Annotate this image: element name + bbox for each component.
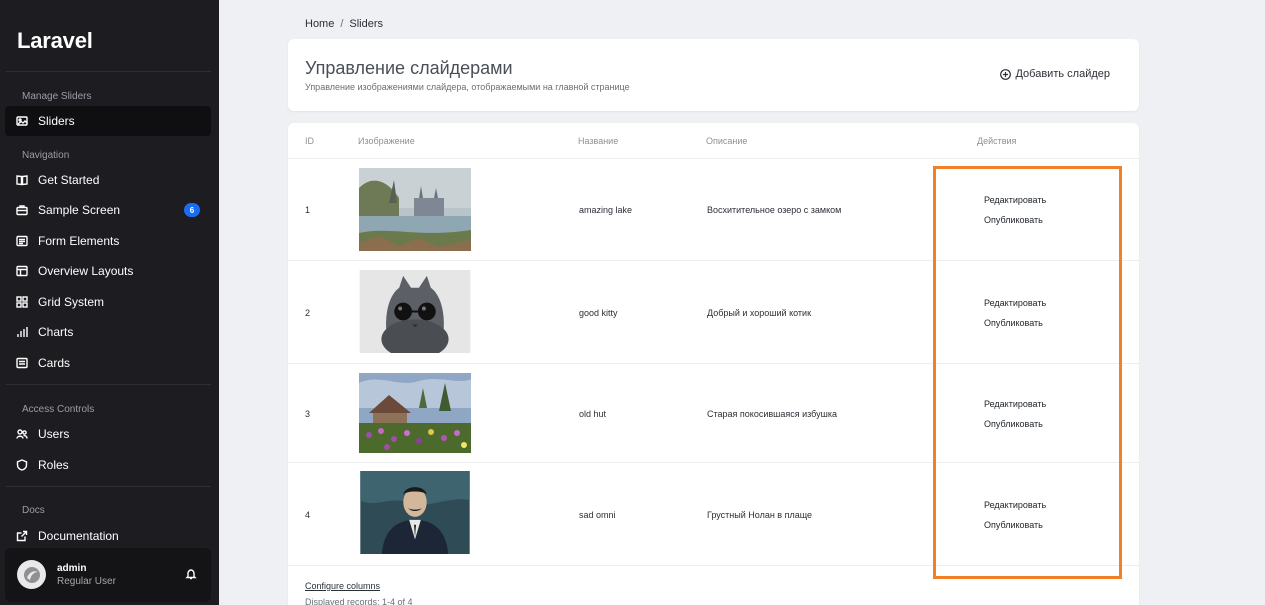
section-label-docs: Docs	[22, 505, 45, 516]
sidebar-divider	[6, 384, 211, 385]
sidebar-item-overview-layouts[interactable]: Overview Layouts	[5, 256, 211, 286]
briefcase-icon	[16, 204, 28, 216]
painting-hut-flowers-icon	[359, 373, 471, 453]
sidebar-item-label: Sliders	[38, 114, 75, 128]
users-icon	[16, 428, 28, 440]
brand-logo[interactable]: Laravel	[17, 28, 93, 54]
cell-description: Старая покосившаяся избушка	[707, 409, 837, 419]
column-header-image[interactable]: Изображение	[358, 136, 415, 146]
cell-name: good kitty	[579, 308, 618, 318]
column-header-actions: Действия	[977, 136, 1017, 146]
section-label-navigation: Navigation	[22, 150, 70, 161]
sidebar-item-cards[interactable]: Cards	[5, 348, 211, 378]
user-profile-card[interactable]: admin Regular User	[5, 548, 211, 602]
column-header-name[interactable]: Название	[578, 136, 618, 146]
column-header-id[interactable]: ID	[305, 136, 314, 146]
breadcrumb: Home / Sliders	[305, 18, 383, 30]
breadcrumb-current: Sliders	[349, 18, 384, 30]
sidebar-item-label: Sample Screen	[38, 203, 121, 217]
image-icon	[16, 115, 28, 127]
external-link-icon	[16, 530, 28, 542]
form-icon	[16, 235, 28, 247]
cell-id: 3	[305, 409, 311, 419]
sidebar-item-grid-system[interactable]: Grid System	[5, 287, 211, 317]
card-icon	[16, 357, 28, 369]
actions-highlight-frame	[933, 166, 1122, 579]
column-header-description[interactable]: Описание	[706, 136, 747, 146]
sidebar-item-label: Documentation	[38, 529, 119, 543]
cell-id: 2	[305, 308, 311, 318]
cartoon-man-in-coat-icon	[360, 471, 470, 554]
sidebar-divider	[6, 486, 211, 487]
slider-thumbnail[interactable]	[359, 471, 471, 556]
book-icon	[16, 174, 28, 186]
displayed-records: Displayed records: 1-4 of 4	[305, 597, 413, 605]
sidebar-item-users[interactable]: Users	[5, 419, 211, 449]
sidebar-item-label: Get Started	[38, 173, 100, 187]
grid-icon	[16, 296, 28, 308]
bar-chart-icon	[16, 326, 28, 338]
plus-circle-icon	[1000, 68, 1012, 80]
cat-with-sunglasses-icon	[359, 270, 471, 353]
slider-thumbnail[interactable]	[359, 372, 471, 453]
slider-thumbnail[interactable]	[359, 270, 471, 354]
page-header-card: Управление слайдерами Управление изображ…	[288, 39, 1139, 111]
shield-icon	[16, 459, 28, 471]
painting-lake-castle-icon	[359, 168, 471, 251]
cell-description: Добрый и хороший котик	[707, 308, 812, 318]
user-name: admin	[57, 563, 87, 574]
sidebar: Laravel Manage Sliders Sliders Navigatio…	[0, 0, 219, 605]
sidebar-item-label: Grid System	[38, 295, 105, 309]
sidebar-item-documentation[interactable]: Documentation	[5, 521, 211, 551]
breadcrumb-home[interactable]: Home	[305, 18, 334, 30]
cell-name: sad omni	[579, 510, 616, 520]
sidebar-divider	[6, 71, 211, 72]
sidebar-item-charts[interactable]: Charts	[5, 317, 211, 347]
cell-id: 4	[305, 510, 311, 520]
cell-name: old hut	[579, 409, 607, 419]
sidebar-item-roles[interactable]: Roles	[5, 450, 211, 480]
count-badge: 6	[184, 203, 200, 217]
cell-description: Восхитительное озеро с замком	[707, 205, 842, 215]
page-subtitle: Управление изображениями слайдера, отобр…	[305, 82, 630, 92]
slider-thumbnail[interactable]	[359, 168, 471, 251]
layout-icon	[16, 265, 28, 277]
bell-icon[interactable]	[185, 567, 197, 580]
sidebar-item-label: Users	[38, 427, 70, 441]
avatar	[17, 560, 46, 589]
sidebar-item-form-elements[interactable]: Form Elements	[5, 226, 211, 256]
sidebar-item-label: Cards	[38, 356, 71, 370]
sidebar-item-get-started[interactable]: Get Started	[5, 165, 211, 195]
sidebar-item-label: Form Elements	[38, 234, 120, 248]
sidebar-item-sample-screen[interactable]: Sample Screen 6	[5, 195, 211, 225]
cell-id: 1	[305, 205, 311, 215]
breadcrumb-separator: /	[340, 18, 344, 30]
page-title: Управление слайдерами	[305, 58, 513, 78]
cell-name: amazing lake	[579, 205, 633, 215]
sidebar-item-label: Roles	[38, 458, 69, 472]
section-label-access: Access Controls	[22, 404, 95, 415]
configure-columns-link[interactable]: Configure columns	[305, 581, 380, 591]
sidebar-item-sliders[interactable]: Sliders	[5, 106, 211, 136]
user-role: Regular User	[57, 576, 116, 587]
add-slider-label: Добавить слайдер	[1015, 68, 1110, 80]
add-slider-button[interactable]: Добавить слайдер	[1000, 68, 1110, 80]
cell-description: Грустный Нолан в плаще	[707, 510, 813, 520]
sidebar-item-label: Overview Layouts	[38, 264, 134, 278]
sidebar-item-label: Charts	[38, 325, 74, 339]
section-label-manage: Manage Sliders	[22, 91, 92, 102]
